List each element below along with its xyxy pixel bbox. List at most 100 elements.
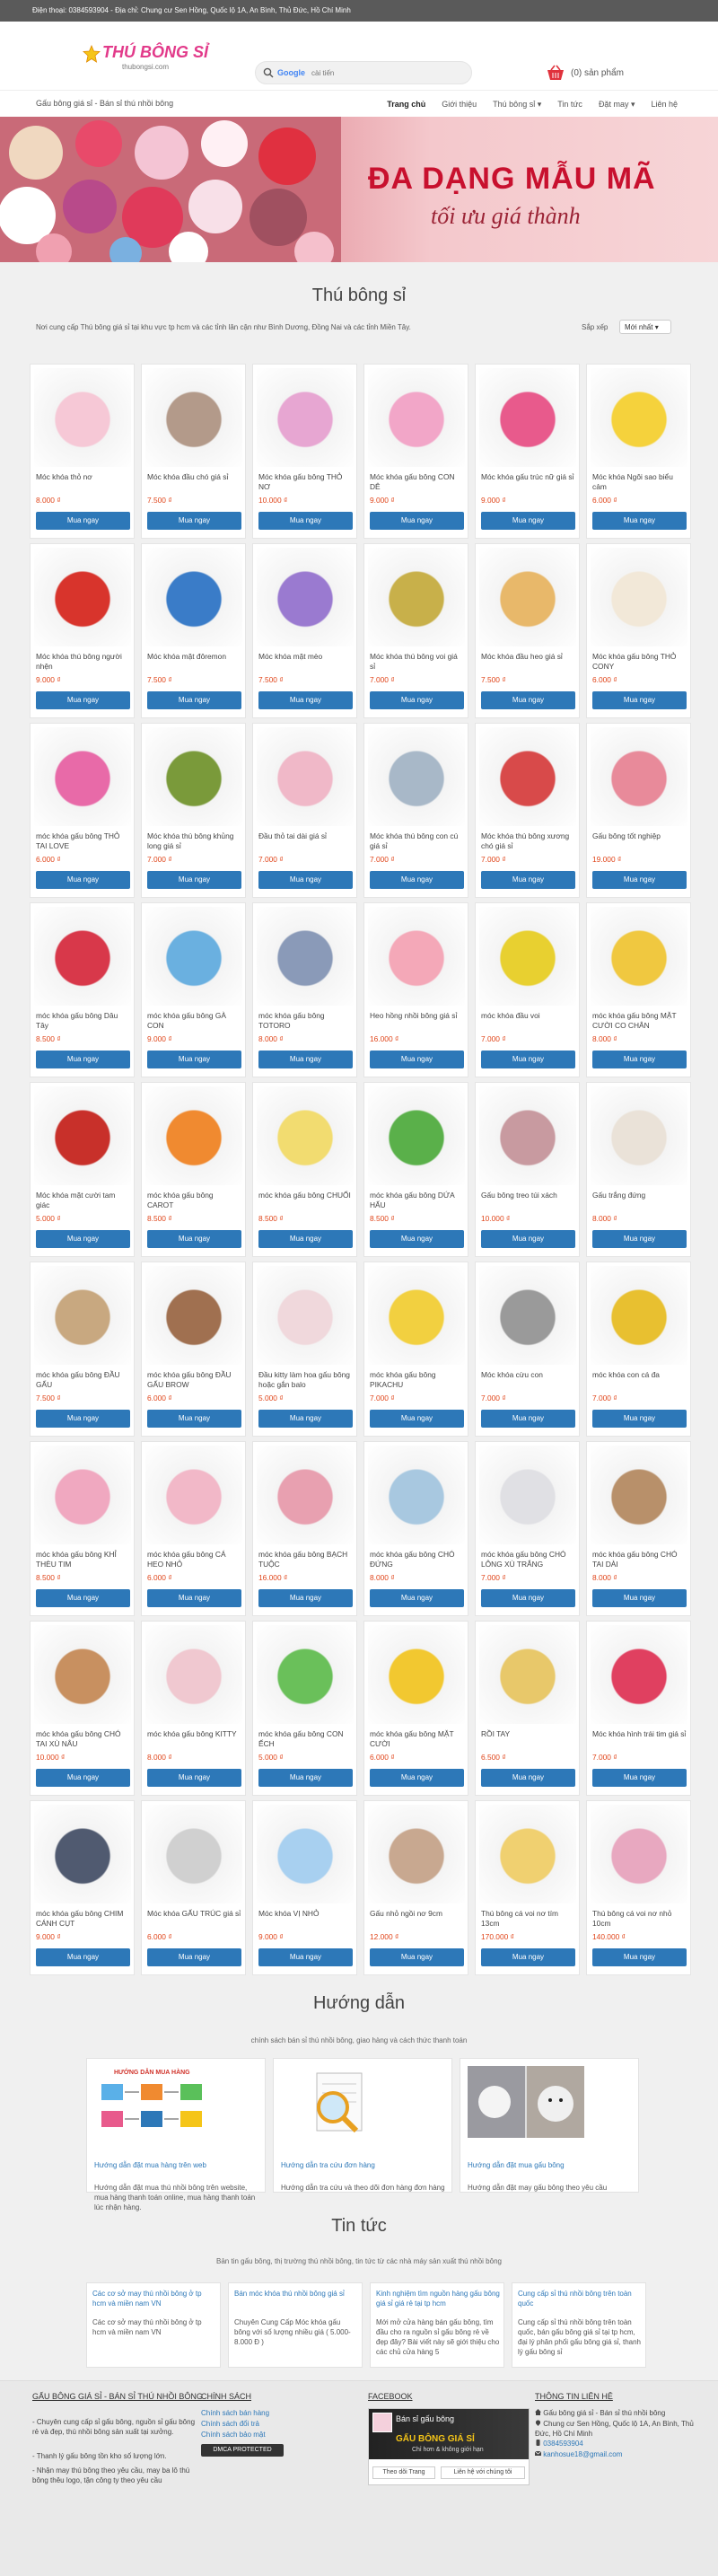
product-image[interactable]	[34, 1266, 131, 1365]
buy-now-button[interactable]: Mua ngay	[258, 1948, 353, 1966]
product-card[interactable]: móc khóa gấu bông MẶT CƯỜI 6.000 ₫ Mua nga…	[363, 1621, 468, 1796]
product-name[interactable]: móc khóa đầu voi	[481, 1011, 575, 1031]
product-name[interactable]: móc khóa gấu bông KHỈ THÈU TIM	[36, 1550, 130, 1569]
product-card[interactable]: Móc khóa gấu bông THỎ CONY 6.000 ₫ Mua nga…	[586, 543, 691, 718]
product-name[interactable]: Móc khóa gấu bông THỎ CONY	[592, 652, 687, 672]
search-input[interactable]	[311, 66, 464, 81]
facebook-contact-button[interactable]: Liên hệ với chúng tôi	[441, 2466, 525, 2479]
buy-now-button[interactable]: Mua ngay	[147, 1051, 241, 1068]
product-image[interactable]	[34, 1805, 131, 1903]
news-link[interactable]: Các cơ sở may thú nhồi bông ở tp hcm và …	[92, 2289, 216, 2308]
news-link[interactable]: Cung cấp sỉ thú nhồi bông trên toàn quốc	[518, 2289, 642, 2308]
product-name[interactable]: móc khóa gấu bông TOTORO	[258, 1011, 353, 1031]
product-card[interactable]: Móc khóa hình trái tim giá sỉ 7.000 ₫ Mua …	[586, 1621, 691, 1796]
product-name[interactable]: móc khóa gấu bông THỎ TAI LOVE	[36, 831, 130, 851]
product-image[interactable]	[368, 1625, 465, 1724]
product-card[interactable]: Móc khóa mặt đôremon 7.500 ₫ Mua ngay	[141, 543, 246, 718]
product-name[interactable]: Gấu bông treo túi xách	[481, 1191, 575, 1210]
product-card[interactable]: Móc khóa gấu bông THỎ NƠ 10.000 ₫ Mua ngay	[252, 364, 357, 539]
footer-contact-email[interactable]: kanhosue18@gmail.com	[534, 2449, 622, 2459]
product-image[interactable]	[145, 1086, 242, 1185]
product-image[interactable]	[145, 727, 242, 826]
nav-item-about[interactable]: Giới thiệu	[433, 91, 485, 118]
hero-banner[interactable]: ĐA DẠNG MẪU MÃ tối ưu giá thành	[0, 117, 718, 262]
news-link[interactable]: Bán móc khóa thú nhồi bông giá sỉ	[234, 2289, 358, 2299]
nav-item-wholesale-toys[interactable]: Thú bông sỉ ▾	[485, 91, 549, 118]
buy-now-button[interactable]: Mua ngay	[592, 1769, 687, 1787]
product-image[interactable]	[257, 1266, 354, 1365]
product-name[interactable]: Móc khóa mặt đôremon	[147, 652, 241, 672]
product-name[interactable]: móc khóa gấu bông CHÓ LÔNG XÙ TRẮNG	[481, 1550, 575, 1569]
buy-now-button[interactable]: Mua ngay	[36, 512, 130, 530]
product-card[interactable]: Móc khóa GẤU TRÚC giá sỉ 6.000 ₫ Mua ngay	[141, 1800, 246, 1975]
product-card[interactable]: móc khóa gấu bông GÀ CON 9.000 ₫ Mua ngay	[141, 902, 246, 1077]
product-card[interactable]: RỒI TAY 6.500 ₫ Mua ngay	[475, 1621, 580, 1796]
product-card[interactable]: móc khóa gấu bông CHIM CÁNH CỤT 9.000 ₫ Mu…	[30, 1800, 135, 1975]
buy-now-button[interactable]: Mua ngay	[258, 871, 353, 889]
product-card[interactable]: móc khóa gấu bông CHÓ TAI DÀI 8.000 ₫ Mua …	[586, 1441, 691, 1616]
product-card[interactable]: móc khóa gấu bông ĐẦU GẤU 7.500 ₫ Mua ngay	[30, 1262, 135, 1437]
buy-now-button[interactable]: Mua ngay	[481, 512, 575, 530]
product-name[interactable]: Thú bông cá voi nơ nhỏ 10cm	[592, 1909, 687, 1929]
buy-now-button[interactable]: Mua ngay	[481, 1589, 575, 1607]
product-name[interactable]: móc khóa gấu bông MẶT CƯỜI CO CHÂN	[592, 1011, 687, 1031]
product-image[interactable]	[145, 1625, 242, 1724]
product-image[interactable]	[591, 1625, 687, 1724]
product-image[interactable]	[368, 1805, 465, 1903]
product-image[interactable]	[479, 368, 576, 467]
news-card[interactable]: Các cơ sở may thú nhồi bông ở tp hcm và …	[86, 2282, 221, 2368]
product-image[interactable]	[34, 548, 131, 646]
facebook-widget[interactable]: Bán sỉ gấu bông GẤU BÔNG GIÁ SỈ Chỉ hơn …	[368, 2408, 530, 2485]
product-image[interactable]	[145, 1446, 242, 1544]
product-name[interactable]: Đầu thỏ tai dài giá sỉ	[258, 831, 353, 851]
product-name[interactable]: móc khóa gấu bông CHÓ TAI DÀI	[592, 1550, 687, 1569]
product-image[interactable]	[34, 1086, 131, 1185]
buy-now-button[interactable]: Mua ngay	[147, 1230, 241, 1248]
buy-now-button[interactable]: Mua ngay	[481, 1410, 575, 1428]
product-image[interactable]	[368, 907, 465, 1006]
buy-now-button[interactable]: Mua ngay	[592, 1230, 687, 1248]
product-card[interactable]: Thú bông cá voi nơ tím 13cm 170.000 ₫ Mua …	[475, 1800, 580, 1975]
product-card[interactable]: móc khóa gấu bông CHÓ ĐỨNG 8.000 ₫ Mua nga…	[363, 1441, 468, 1616]
buy-now-button[interactable]: Mua ngay	[592, 512, 687, 530]
product-name[interactable]: Móc khóa thú bông xương chó giá sỉ	[481, 831, 575, 851]
buy-now-button[interactable]: Mua ngay	[370, 1769, 464, 1787]
news-card[interactable]: Cung cấp sỉ thú nhồi bông trên toàn quốc…	[512, 2282, 646, 2368]
product-image[interactable]	[257, 727, 354, 826]
buy-now-button[interactable]: Mua ngay	[147, 1769, 241, 1787]
buy-now-button[interactable]: Mua ngay	[36, 691, 130, 709]
product-card[interactable]: móc khóa gấu bông BẠCH TUỘC 16.000 ₫ Mua n…	[252, 1441, 357, 1616]
product-image[interactable]	[34, 727, 131, 826]
buy-now-button[interactable]: Mua ngay	[481, 691, 575, 709]
product-name[interactable]: Gấu bông tốt nghiệp	[592, 831, 687, 851]
product-image[interactable]	[591, 1805, 687, 1903]
product-image[interactable]	[257, 548, 354, 646]
product-name[interactable]: Móc khóa gấu bông CON DÊ	[370, 472, 464, 492]
search-icon[interactable]	[263, 67, 274, 78]
product-image[interactable]	[591, 1086, 687, 1185]
product-card[interactable]: Gấu trắng đứng 8.000 ₫ Mua ngay	[586, 1082, 691, 1257]
product-card[interactable]: Móc khóa mặt mèo 7.500 ₫ Mua ngay	[252, 543, 357, 718]
product-card[interactable]: móc khóa gấu bông MẶT CƯỜI CO CHÂN 8.000 …	[586, 902, 691, 1077]
site-tagline[interactable]: Gấu bông giá sỉ - Bán sỉ thú nhồi bông	[36, 99, 173, 108]
footer-policy-link[interactable]: Chính sách bán hàng	[201, 2408, 269, 2418]
product-card[interactable]: Móc khóa thú bông người nhện 9.000 ₫ Mua n…	[30, 543, 135, 718]
product-card[interactable]: móc khóa gấu bông PIKACHU 7.000 ₫ Mua ngay	[363, 1262, 468, 1437]
guide-link[interactable]: Hướng dẫn tra cứu đơn hàng	[281, 2161, 447, 2169]
product-image[interactable]	[479, 727, 576, 826]
product-card[interactable]: Móc khóa thỏ nơ 8.000 ₫ Mua ngay	[30, 364, 135, 539]
product-image[interactable]	[591, 1446, 687, 1544]
product-image[interactable]	[479, 907, 576, 1006]
product-card[interactable]: Đầu kitty làm hoa gấu bông hoặc gắn balo…	[252, 1262, 357, 1437]
product-image[interactable]	[479, 1446, 576, 1544]
buy-now-button[interactable]: Mua ngay	[370, 1230, 464, 1248]
product-image[interactable]	[368, 1086, 465, 1185]
news-card[interactable]: Bán móc khóa thú nhồi bông giá sỉ Chuyên…	[228, 2282, 363, 2368]
product-name[interactable]: Gấu nhỏ ngồi nơ 9cm	[370, 1909, 464, 1929]
product-image[interactable]	[257, 368, 354, 467]
product-image[interactable]	[257, 907, 354, 1006]
product-image[interactable]	[479, 1266, 576, 1365]
product-card[interactable]: móc khóa gấu bông THỎ TAI LOVE 6.000 ₫ Mua…	[30, 723, 135, 898]
buy-now-button[interactable]: Mua ngay	[258, 1769, 353, 1787]
product-card[interactable]: Móc khóa đầu chó giá sỉ 7.500 ₫ Mua ngay	[141, 364, 246, 539]
